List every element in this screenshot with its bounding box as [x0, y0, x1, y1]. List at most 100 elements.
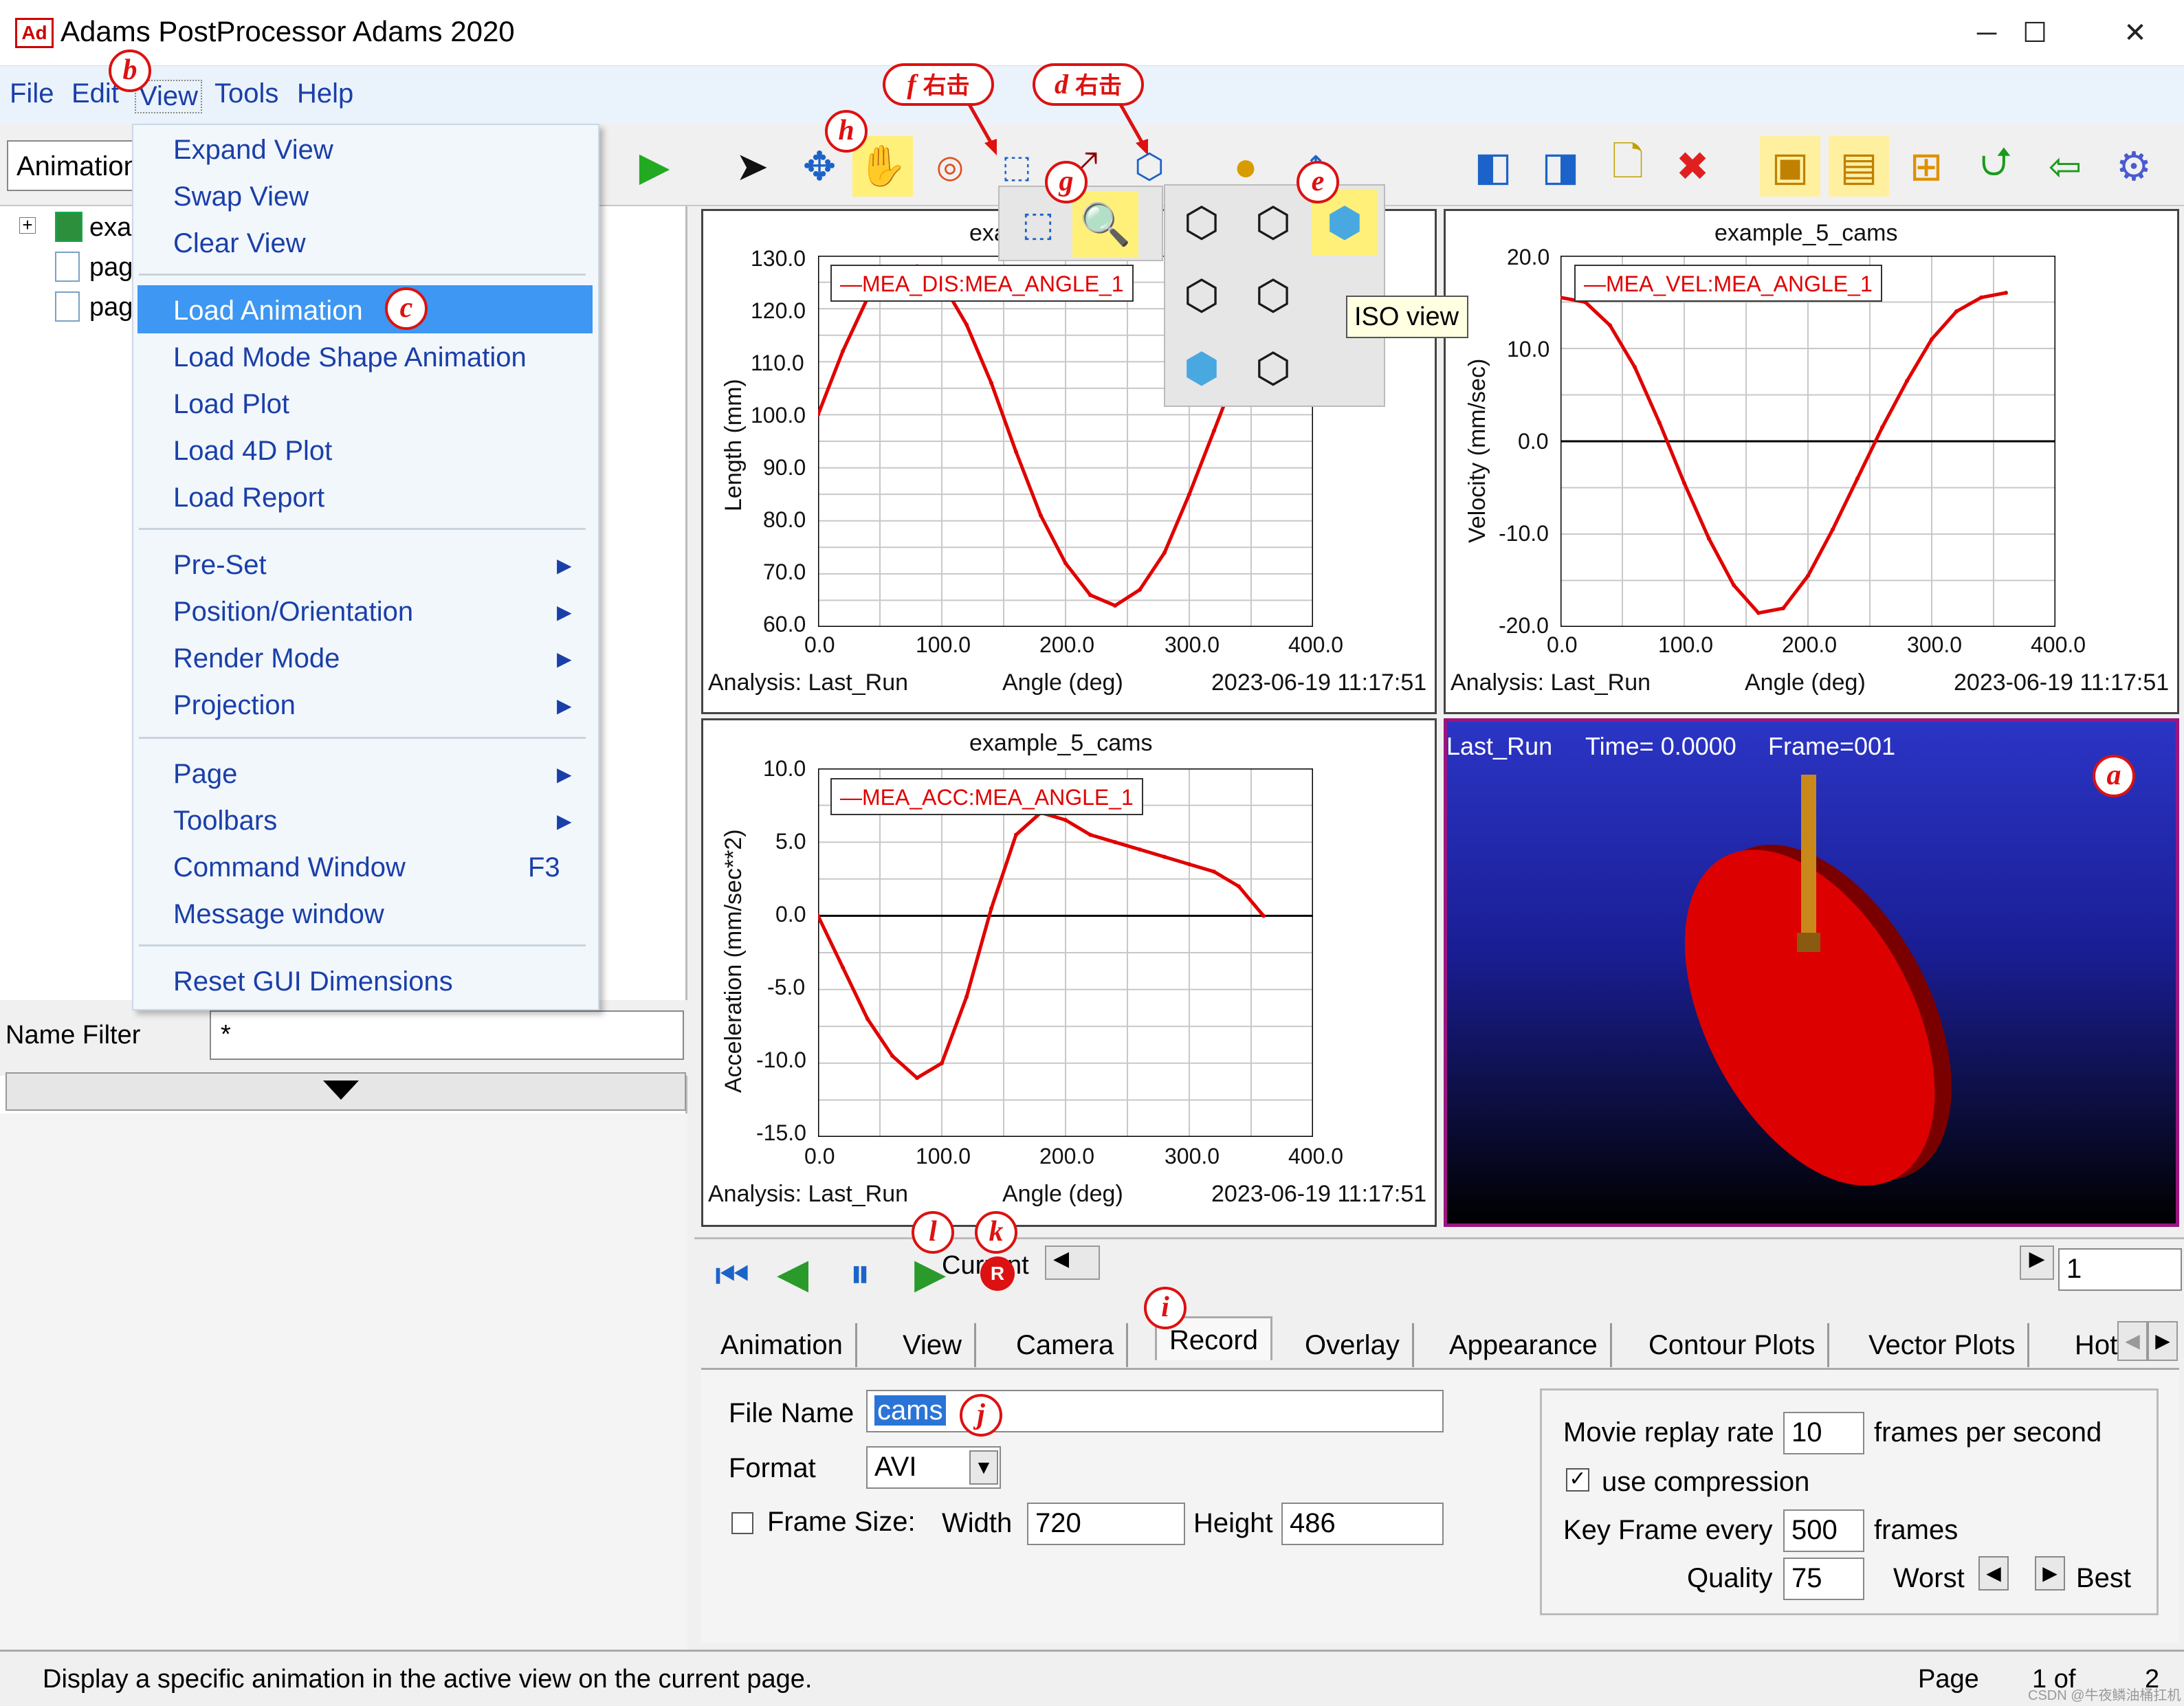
tab-animation[interactable]: Animation	[708, 1323, 857, 1367]
menu-item-render-mode[interactable]: Render Mode	[173, 643, 340, 674]
select-arrow-icon[interactable]: ➤	[722, 136, 782, 197]
y-tick: 10.0	[1507, 337, 1550, 362]
window-title: Adams PostProcessor Adams 2020	[60, 15, 515, 47]
data-point	[1682, 480, 1686, 485]
quality-decrease[interactable]: ◀	[1978, 1556, 2009, 1591]
width-input[interactable]: 720	[1027, 1503, 1185, 1545]
tab-vector-plots[interactable]: Vector Plots	[1856, 1323, 2030, 1367]
menu-help[interactable]: Help	[297, 78, 353, 109]
menu-item-message-window[interactable]: Message window	[173, 899, 384, 930]
menu-item-pre-set[interactable]: Pre-Set	[173, 550, 267, 581]
menu-item-expand-view[interactable]: Expand View	[173, 135, 333, 166]
frame-number-input[interactable]: 1	[2058, 1248, 2182, 1291]
layout-one-icon[interactable]: ▣	[1760, 136, 1820, 197]
replay-rate-unit: frames per second	[1874, 1417, 2102, 1448]
y-axis-label: Acceleration (mm/sec**2)	[720, 829, 747, 1093]
first-frame-icon[interactable]: ⏮	[715, 1252, 749, 1298]
delete-page-icon[interactable]: ✖	[1662, 136, 1723, 197]
maximize-button[interactable]: ☐	[1994, 10, 2076, 56]
return-icon[interactable]: ⮍	[1966, 136, 2027, 197]
timestamp: 2023-06-19 11:17:51	[1211, 1181, 1427, 1207]
y-tick: -15.0	[756, 1120, 806, 1145]
y-tick: 130.0	[751, 246, 806, 271]
expand-icon[interactable]: +	[19, 216, 36, 234]
quality-increase[interactable]: ▶	[2035, 1556, 2065, 1591]
name-filter-input[interactable]: *	[210, 1010, 684, 1060]
menu-item-command-window[interactable]: Command Window	[173, 852, 406, 883]
tab-view[interactable]: View	[890, 1323, 976, 1367]
menu-tools[interactable]: Tools	[214, 78, 278, 109]
file-name-input[interactable]: cams	[866, 1390, 1444, 1432]
data-point	[989, 381, 993, 386]
next-page-icon[interactable]: ◨	[1530, 136, 1591, 197]
page-label: Page	[1918, 1665, 1979, 1694]
frame-slider-right[interactable]: ▶	[2020, 1245, 2054, 1280]
analysis-label: Analysis: Last_Run	[708, 669, 909, 696]
menu-item-clear-view[interactable]: Clear View	[173, 228, 306, 259]
quality-label: Quality	[1687, 1563, 1773, 1593]
frame-size-checkbox[interactable]	[731, 1512, 753, 1534]
menu-item-reset-gui[interactable]: Reset GUI Dimensions	[173, 966, 453, 997]
menu-item-projection[interactable]: Projection	[173, 690, 296, 721]
tab-scroll-left[interactable]: ◀	[2117, 1321, 2148, 1361]
chevron-down-icon[interactable]: ▼	[969, 1450, 998, 1485]
tree-item[interactable]: pag	[89, 293, 133, 322]
file-name-label: File Name	[729, 1398, 854, 1428]
tab-scroll-right[interactable]: ▶	[2148, 1321, 2178, 1361]
y-tick: 5.0	[775, 829, 806, 854]
plot-title: example_5_cams	[969, 730, 1153, 756]
layout-two-icon[interactable]: ▤	[1829, 136, 1889, 197]
step-back-icon[interactable]: ◀	[777, 1250, 808, 1298]
keyframe-input[interactable]: 500	[1783, 1509, 1864, 1552]
compression-checkbox[interactable]: ✓	[1566, 1468, 1589, 1492]
x-tick: 100.0	[916, 632, 971, 657]
record-icon[interactable]: R	[980, 1256, 1015, 1291]
menu-item-swap-view[interactable]: Swap View	[173, 181, 309, 212]
right-view-icon[interactable]: ⬡	[1169, 263, 1235, 329]
app-logo: Ad	[15, 18, 54, 48]
tree-item[interactable]: exa	[89, 213, 131, 243]
back-view-icon[interactable]: ⬡	[1240, 335, 1306, 401]
quality-input[interactable]: 75	[1783, 1558, 1864, 1600]
tab-overlay[interactable]: Overlay	[1292, 1323, 1414, 1367]
menu-item-load-4d-plot[interactable]: Load 4D Plot	[173, 436, 332, 467]
data-point	[1088, 592, 1092, 597]
new-page-icon[interactable]: 🗋	[1598, 136, 1658, 197]
tab-appearance[interactable]: Appearance	[1437, 1323, 1612, 1367]
left-view-icon[interactable]: ⬢	[1169, 335, 1235, 401]
play-icon[interactable]: ▶	[624, 136, 685, 197]
exit-icon[interactable]: ⇦	[2035, 136, 2095, 197]
chevron-down-icon[interactable]	[323, 1081, 359, 1100]
menu-item-toolbars[interactable]: Toolbars	[173, 806, 277, 837]
frame-slider-left[interactable]: ◀	[1045, 1245, 1100, 1280]
menu-item-load-plot[interactable]: Load Plot	[173, 389, 289, 420]
menu-file[interactable]: File	[10, 78, 54, 109]
submenu-arrow-icon: ▶	[557, 601, 572, 623]
menu-item-load-animation[interactable]: Load Animation	[173, 296, 363, 326]
bottom-view-icon[interactable]: ⬡	[1240, 263, 1306, 329]
menu-item-load-mode-shape[interactable]: Load Mode Shape Animation	[173, 342, 527, 373]
tree-item[interactable]: pag	[89, 253, 133, 283]
pause-icon[interactable]: ⏸	[850, 1250, 870, 1298]
layout-grid-icon[interactable]: ⊞	[1896, 136, 1956, 197]
data-point	[1212, 869, 1216, 874]
callout-h: h	[825, 110, 868, 153]
zoom-magnifier-icon[interactable]: 🔍	[1072, 191, 1138, 257]
replay-rate-input[interactable]: 10	[1783, 1412, 1864, 1454]
data-point	[1113, 603, 1117, 608]
x-tick: 100.0	[916, 1144, 971, 1168]
data-point	[1039, 513, 1043, 518]
settings-gear-icon[interactable]: ⚙	[2104, 136, 2164, 197]
menu-item-page[interactable]: Page	[173, 759, 237, 790]
data-point	[1212, 428, 1216, 433]
tab-contour-plots[interactable]: Contour Plots	[1636, 1323, 1830, 1367]
close-button[interactable]: ✕	[2094, 10, 2176, 56]
height-input[interactable]: 486	[1281, 1503, 1444, 1545]
top-view-icon[interactable]: ⬡	[1240, 190, 1306, 256]
tab-camera[interactable]: Camera	[1004, 1323, 1129, 1367]
mode-select[interactable]: Animation	[7, 140, 144, 191]
menu-item-load-report[interactable]: Load Report	[173, 483, 324, 513]
front-view-icon[interactable]: ⬡	[1169, 190, 1235, 256]
menu-item-position-orientation[interactable]: Position/Orientation	[173, 597, 413, 628]
previous-page-icon[interactable]: ◧	[1463, 136, 1523, 197]
